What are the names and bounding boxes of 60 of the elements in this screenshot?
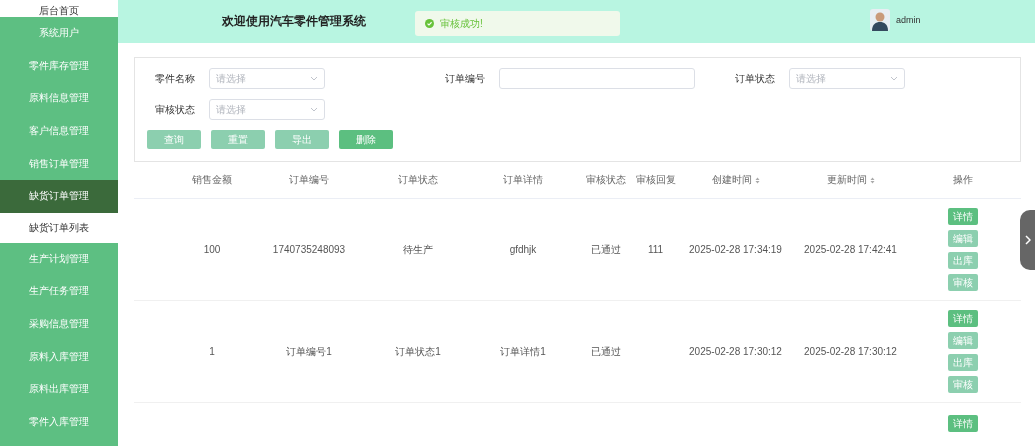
column-title: 订单详情 xyxy=(503,173,543,187)
table-cell-text: 1 xyxy=(208,346,216,357)
select-field[interactable]: 请选择 xyxy=(209,99,325,120)
column-title: 审核回复 xyxy=(635,173,676,187)
row-action-button[interactable]: 审核 xyxy=(948,274,978,291)
sidebar-item[interactable]: 缺货订单管理 xyxy=(0,179,118,213)
side-drawer-tab[interactable] xyxy=(1020,210,1035,270)
sidebar-item[interactable]: 缺货订单列表 xyxy=(0,212,118,243)
action-button[interactable]: 删除 xyxy=(339,130,393,149)
row-action-button[interactable]: 详情 xyxy=(948,415,978,432)
table-cell-text: 100 xyxy=(202,244,222,255)
table-cell-text: 2025-02-28 17:30:12 xyxy=(803,346,898,357)
table-cell-text: 待生产 xyxy=(402,242,434,257)
row-action-button[interactable]: 出库 xyxy=(948,354,978,371)
sort-icon[interactable] xyxy=(869,176,875,184)
user-name[interactable]: admin xyxy=(896,15,921,25)
caret-icon xyxy=(310,76,318,81)
row-action-button[interactable]: 详情 xyxy=(948,310,978,327)
select-field[interactable]: 请选择 xyxy=(789,68,905,89)
filter-label: 审核状态 xyxy=(154,102,195,117)
app-title: 欢迎使用汽车零件管理系统 xyxy=(222,13,366,30)
input-field[interactable] xyxy=(499,68,695,89)
table-cell-text: 订单状态1 xyxy=(394,344,442,359)
table-cell-text: 订单详情1 xyxy=(499,344,547,359)
column-title: 操作 xyxy=(953,173,973,187)
action-button[interactable]: 导出 xyxy=(275,130,329,149)
chevron-right-icon xyxy=(1024,235,1031,245)
column-title: 审核状态 xyxy=(585,173,626,187)
filter-label: 零件名称 xyxy=(154,71,195,86)
row-action-button[interactable]: 编辑 xyxy=(948,230,978,247)
action-button[interactable]: 重置 xyxy=(211,130,265,149)
caret-icon xyxy=(890,76,898,81)
row-action-button[interactable]: 详情 xyxy=(948,208,978,225)
table-cell-text: 已通过 xyxy=(589,242,622,257)
filter-label: 订单状态 xyxy=(734,71,775,86)
column-title: 更新时间 xyxy=(826,173,867,187)
avatar-icon[interactable] xyxy=(870,9,890,31)
table-cell-text: 已通过 xyxy=(589,344,622,359)
table-cell-text: 2025-02-28 17:34:19 xyxy=(688,244,783,255)
sort-icon[interactable] xyxy=(754,176,760,184)
caret-icon xyxy=(310,107,318,112)
table-cell-text: 111 xyxy=(646,244,665,255)
table-cell-text: 1740735248093 xyxy=(271,244,347,255)
action-button[interactable]: 查询 xyxy=(147,130,201,149)
toast-message: 审核成功! xyxy=(440,16,483,31)
row-action-button[interactable]: 审核 xyxy=(948,376,978,393)
column-title: 创建时间 xyxy=(711,173,752,187)
table-cell-text: 订单编号1 xyxy=(285,344,333,359)
row-action-button[interactable]: 编辑 xyxy=(948,332,978,349)
table-cell-text: gfdhjk xyxy=(508,244,538,255)
column-title: 销售金额 xyxy=(192,173,232,187)
row-action-button[interactable]: 出库 xyxy=(948,252,978,269)
column-title: 订单状态 xyxy=(398,173,438,187)
table-cell-text: 2025-02-28 17:30:12 xyxy=(688,346,783,357)
column-title: 订单编号 xyxy=(289,173,329,187)
table-cell-text: 2025-02-28 17:42:41 xyxy=(803,244,898,255)
filter-label: 订单编号 xyxy=(444,71,485,86)
select-field[interactable]: 请选择 xyxy=(209,68,325,89)
check-icon xyxy=(425,19,434,28)
sidebar-item[interactable]: 后台首页 xyxy=(0,0,118,17)
